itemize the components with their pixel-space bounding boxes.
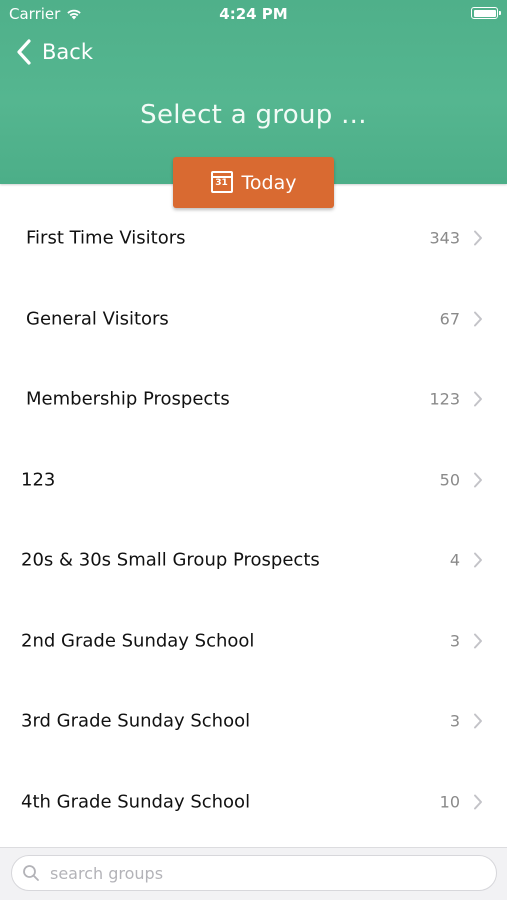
calendar-icon: 31	[210, 171, 233, 193]
back-button[interactable]: Back	[16, 36, 93, 68]
today-button[interactable]: 31 Today	[173, 157, 334, 208]
battery-icon	[471, 7, 501, 19]
group-row-20s-30s-small-group-prospects[interactable]: 20s & 30s Small Group Prospects 4	[0, 520, 507, 601]
search-icon	[23, 865, 39, 881]
chevron-right-icon	[474, 794, 482, 810]
group-count: 123	[429, 389, 460, 409]
group-count: 67	[439, 309, 460, 329]
group-count: 3	[449, 711, 460, 731]
search-field[interactable]	[11, 855, 497, 891]
chevron-right-icon	[474, 391, 482, 407]
group-row-4th-grade-sunday-school[interactable]: 4th Grade Sunday School 10	[0, 762, 507, 843]
group-name: 4th Grade Sunday School	[21, 791, 251, 813]
group-name: 3rd Grade Sunday School	[21, 710, 251, 732]
status-bar: Carrier 4:24 PM	[0, 0, 507, 28]
group-list: First Time Visitors 343 General Visitors…	[0, 198, 507, 842]
group-name: 20s & 30s Small Group Prospects	[21, 549, 320, 571]
group-count: 3	[449, 631, 460, 651]
chevron-left-icon	[17, 39, 31, 65]
group-count: 4	[449, 550, 460, 570]
chevron-right-icon	[474, 552, 482, 568]
status-time: 4:24 PM	[219, 5, 288, 23]
group-name: 123	[21, 469, 56, 491]
chevron-right-icon	[474, 713, 482, 729]
group-name: First Time Visitors	[26, 227, 186, 249]
group-row-general-visitors[interactable]: General Visitors 67	[0, 279, 507, 360]
group-row-3rd-grade-sunday-school[interactable]: 3rd Grade Sunday School 3	[0, 681, 507, 762]
chevron-right-icon	[474, 230, 482, 246]
group-count: 343	[429, 228, 460, 248]
page-title: Select a group ...	[140, 100, 367, 130]
chevron-right-icon	[474, 311, 482, 327]
group-name: Membership Prospects	[26, 388, 230, 410]
back-label: Back	[42, 40, 93, 64]
group-row-2nd-grade-sunday-school[interactable]: 2nd Grade Sunday School 3	[0, 601, 507, 682]
chevron-right-icon	[474, 472, 482, 488]
group-row-123[interactable]: 123 50	[0, 440, 507, 521]
group-name: General Visitors	[26, 308, 169, 330]
calendar-day: 31	[215, 178, 228, 188]
group-count: 50	[439, 470, 460, 490]
group-count: 10	[439, 792, 460, 812]
group-row-membership-prospects[interactable]: Membership Prospects 123	[0, 359, 507, 440]
chevron-right-icon	[474, 633, 482, 649]
today-label: Today	[241, 171, 297, 194]
group-name: 2nd Grade Sunday School	[21, 630, 255, 652]
search-input[interactable]	[48, 862, 452, 884]
search-bar	[0, 847, 507, 900]
group-row-first-time-visitors[interactable]: First Time Visitors 343	[0, 198, 507, 279]
